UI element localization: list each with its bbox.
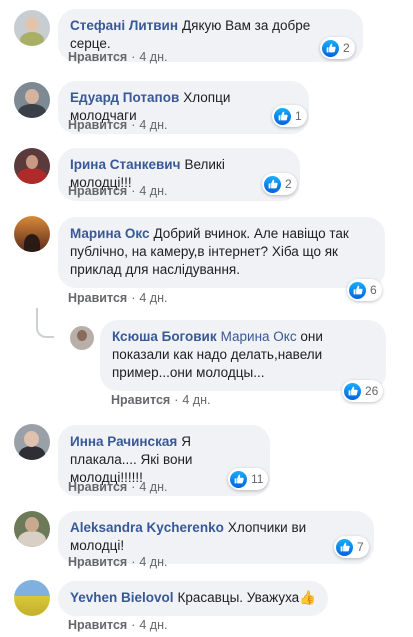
- comment-time[interactable]: 4 дн.: [139, 118, 167, 132]
- comment-meta: Нравится · 4 дн.: [68, 555, 167, 569]
- reaction-number: 26: [365, 384, 379, 398]
- avatar[interactable]: [14, 580, 50, 616]
- comment-author[interactable]: Ксюша Боговик: [112, 329, 217, 344]
- comment-author[interactable]: Ірина Станкевич: [70, 157, 180, 172]
- comment-meta: Нравится · 4 дн.: [68, 291, 167, 305]
- avatar[interactable]: [14, 148, 50, 184]
- comment-bubble: Марина Окс Добрий вчинок. Але навіщо так …: [58, 217, 385, 288]
- comment-author[interactable]: Марина Окс: [70, 226, 149, 241]
- separator: ·: [131, 118, 136, 132]
- comment-author[interactable]: Стефані Литвин: [70, 18, 178, 33]
- like-reaction-icon: [274, 107, 291, 125]
- separator: ·: [131, 184, 136, 198]
- comment-time[interactable]: 4 дн.: [139, 618, 167, 632]
- like-reaction-icon: [264, 175, 281, 193]
- avatar[interactable]: [14, 82, 50, 118]
- comment-meta: Нравится · 4 дн.: [68, 618, 167, 632]
- reaction-number: 2: [343, 41, 350, 55]
- comment-author[interactable]: Инна Рачинская: [70, 434, 177, 449]
- comment-bubble: Yevhen Bielovol Красавцы. Уважуха👍: [58, 581, 328, 616]
- mention-link[interactable]: Марина Окс: [221, 329, 297, 344]
- reaction-count[interactable]: 1: [272, 105, 307, 127]
- like-reaction-icon: [336, 538, 353, 556]
- comment-meta: Нравится · 4 дн.: [111, 393, 210, 407]
- separator: ·: [131, 618, 136, 632]
- avatar[interactable]: [14, 216, 50, 252]
- avatar[interactable]: [70, 326, 94, 350]
- comment-meta: Нравится · 4 дн.: [68, 480, 167, 494]
- reaction-number: 6: [370, 283, 377, 297]
- comment-bubble: Ксюша Боговик Марина Окс они показали как…: [100, 320, 386, 391]
- comment-meta: Нравится · 4 дн.: [68, 50, 167, 64]
- reaction-count[interactable]: 2: [320, 37, 355, 59]
- like-reaction-icon: [344, 382, 361, 400]
- avatar[interactable]: [14, 424, 50, 460]
- separator: ·: [174, 393, 179, 407]
- like-reaction-icon: [230, 470, 247, 488]
- like-reaction-icon: [349, 281, 366, 299]
- separator: ·: [131, 555, 136, 569]
- reaction-number: 2: [285, 177, 292, 191]
- like-link[interactable]: Нравится: [68, 555, 127, 569]
- avatar[interactable]: [14, 511, 50, 547]
- reaction-number: 7: [357, 540, 364, 554]
- like-link[interactable]: Нравится: [111, 393, 170, 407]
- comment-meta: Нравится · 4 дн.: [68, 118, 167, 132]
- reaction-count[interactable]: 11: [228, 468, 269, 490]
- like-reaction-icon: [322, 39, 339, 57]
- avatar[interactable]: [14, 10, 50, 46]
- like-link[interactable]: Нравится: [68, 618, 127, 632]
- comment-time[interactable]: 4 дн.: [139, 291, 167, 305]
- comment-author[interactable]: Aleksandra Kycherenko: [70, 520, 224, 535]
- reply-connector: [36, 308, 54, 338]
- reaction-count[interactable]: 26: [342, 380, 384, 402]
- separator: ·: [131, 50, 136, 64]
- reaction-count[interactable]: 2: [262, 173, 297, 195]
- reaction-count[interactable]: 7: [334, 536, 369, 558]
- comment-meta: Нравится · 4 дн.: [68, 184, 167, 198]
- like-link[interactable]: Нравится: [68, 291, 127, 305]
- comment-author[interactable]: Едуард Потапов: [70, 90, 179, 105]
- like-link[interactable]: Нравится: [68, 480, 127, 494]
- separator: ·: [131, 291, 136, 305]
- reaction-number: 11: [251, 472, 264, 486]
- like-link[interactable]: Нравится: [68, 50, 127, 64]
- comment-time[interactable]: 4 дн.: [139, 480, 167, 494]
- reaction-count[interactable]: 6: [347, 279, 382, 301]
- comment-author[interactable]: Yevhen Bielovol: [70, 590, 174, 605]
- comment-time[interactable]: 4 дн.: [182, 393, 210, 407]
- like-link[interactable]: Нравится: [68, 184, 127, 198]
- comment-time[interactable]: 4 дн.: [139, 184, 167, 198]
- comment-time[interactable]: 4 дн.: [139, 555, 167, 569]
- reaction-number: 1: [295, 109, 302, 123]
- separator: ·: [131, 480, 136, 494]
- comment-text: Красавцы. Уважуха👍: [177, 590, 316, 605]
- comment-time[interactable]: 4 дн.: [139, 50, 167, 64]
- like-link[interactable]: Нравится: [68, 118, 127, 132]
